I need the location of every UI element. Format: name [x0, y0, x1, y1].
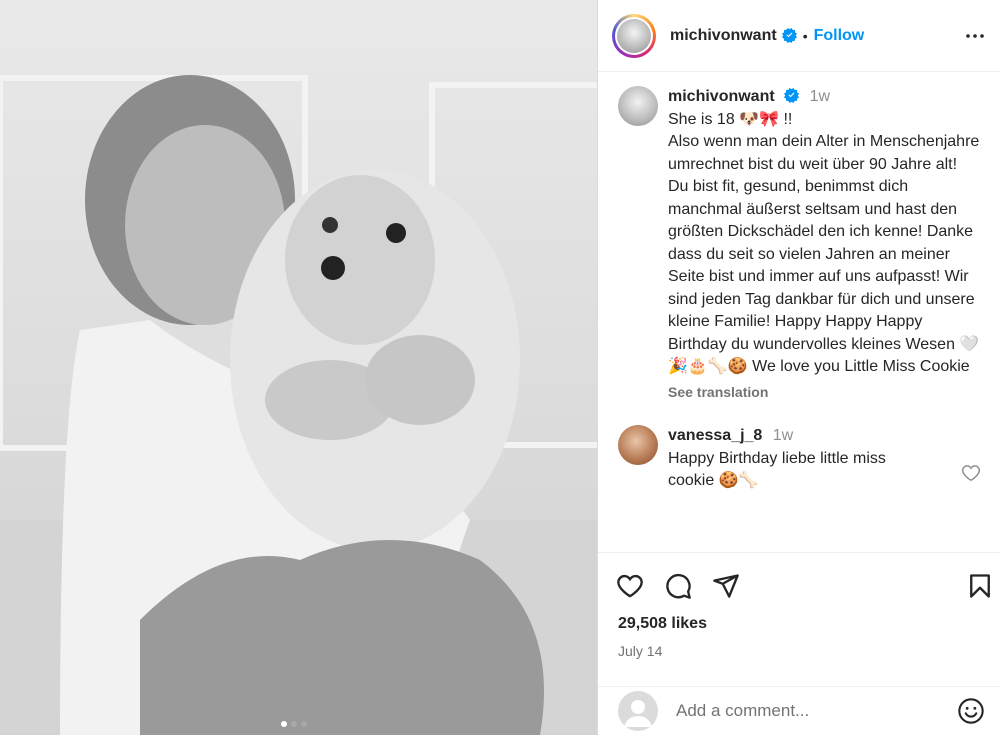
post-image[interactable]	[0, 0, 597, 735]
post-actions: 29,508 likes July 14	[598, 552, 1001, 659]
post-username[interactable]: michivonwant	[670, 27, 777, 45]
avatar[interactable]	[618, 425, 658, 465]
story-ring-avatar[interactable]	[612, 13, 656, 58]
verified-icon	[784, 88, 800, 103]
post-header: michivonwant • Follow	[598, 0, 1001, 72]
caption-username[interactable]: michivonwant	[668, 88, 775, 105]
verified-icon	[781, 28, 797, 43]
likes-count[interactable]: 29,508 likes	[598, 601, 1001, 633]
comment-time[interactable]: 1w	[773, 427, 793, 444]
carousel-dot	[281, 721, 287, 727]
carousel-dot	[301, 721, 307, 727]
add-comment-input[interactable]	[674, 700, 957, 722]
see-translation-link[interactable]: See translation	[668, 381, 981, 404]
caption-text: She is 18 🐶🎀 !! Also wenn man dein Alter…	[668, 110, 980, 376]
avatar	[618, 691, 658, 731]
bookmark-icon[interactable]	[966, 572, 994, 600]
carousel-dot	[291, 721, 297, 727]
share-icon[interactable]	[712, 572, 740, 600]
heart-icon[interactable]	[616, 572, 644, 600]
caption-comment: michivonwant 1w She is 18 🐶🎀 !! Also wen…	[618, 86, 981, 403]
comments-section: michivonwant 1w She is 18 🐶🎀 !! Also wen…	[598, 86, 1001, 493]
post-date[interactable]: July 14	[598, 633, 1001, 659]
more-icon[interactable]	[963, 24, 987, 48]
caption-time[interactable]: 1w	[810, 88, 830, 105]
follow-button[interactable]: Follow	[814, 27, 865, 45]
separator: •	[802, 27, 808, 44]
comment-icon[interactable]	[664, 572, 692, 600]
comment-text: Happy Birthday liebe little miss cookie …	[668, 449, 886, 490]
like-comment-heart-icon[interactable]	[961, 463, 981, 488]
avatar[interactable]	[618, 86, 658, 126]
carousel-indicator	[281, 721, 307, 727]
post-panel: michivonwant • Follow michivonwant 1w Sh…	[597, 0, 1001, 735]
photo-placeholder	[0, 75, 597, 735]
comment-item: vanessa_j_8 1w Happy Birthday liebe litt…	[618, 425, 981, 493]
add-comment-bar	[598, 686, 1001, 735]
avatar	[617, 18, 651, 53]
emoji-icon[interactable]	[957, 697, 985, 725]
comment-username[interactable]: vanessa_j_8	[668, 427, 762, 444]
